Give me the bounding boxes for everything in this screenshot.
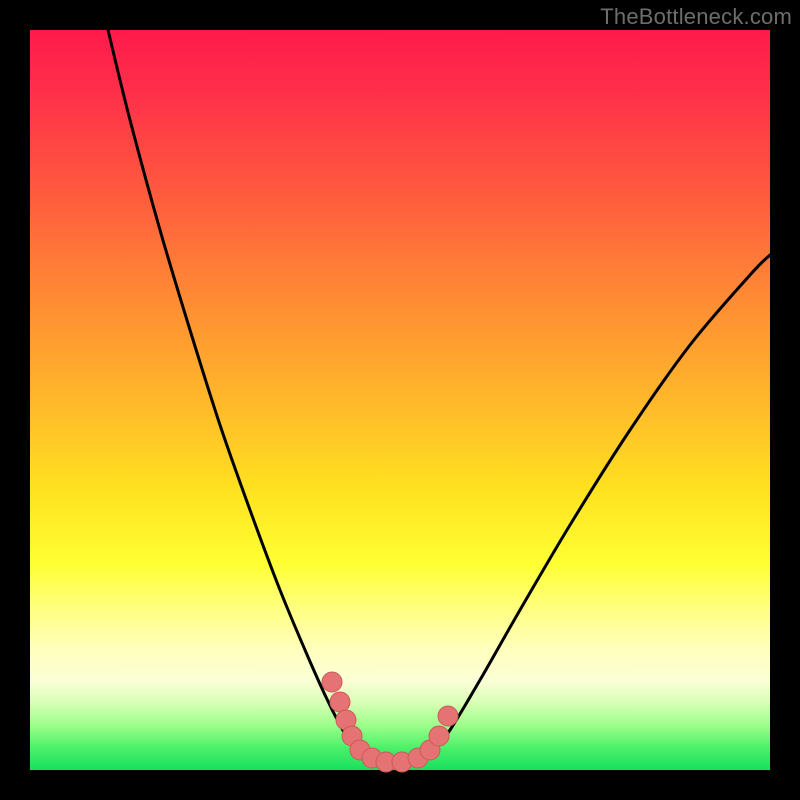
watermark-text: TheBottleneck.com (600, 4, 792, 30)
curve-dot (438, 706, 458, 726)
bottleneck-curve (108, 30, 770, 764)
curve-dot (330, 692, 350, 712)
curve-dot (429, 726, 449, 746)
curve-svg (30, 30, 770, 770)
plot-area (30, 30, 770, 770)
curve-dots (322, 672, 458, 772)
chart-frame: TheBottleneck.com (0, 0, 800, 800)
curve-dot (322, 672, 342, 692)
